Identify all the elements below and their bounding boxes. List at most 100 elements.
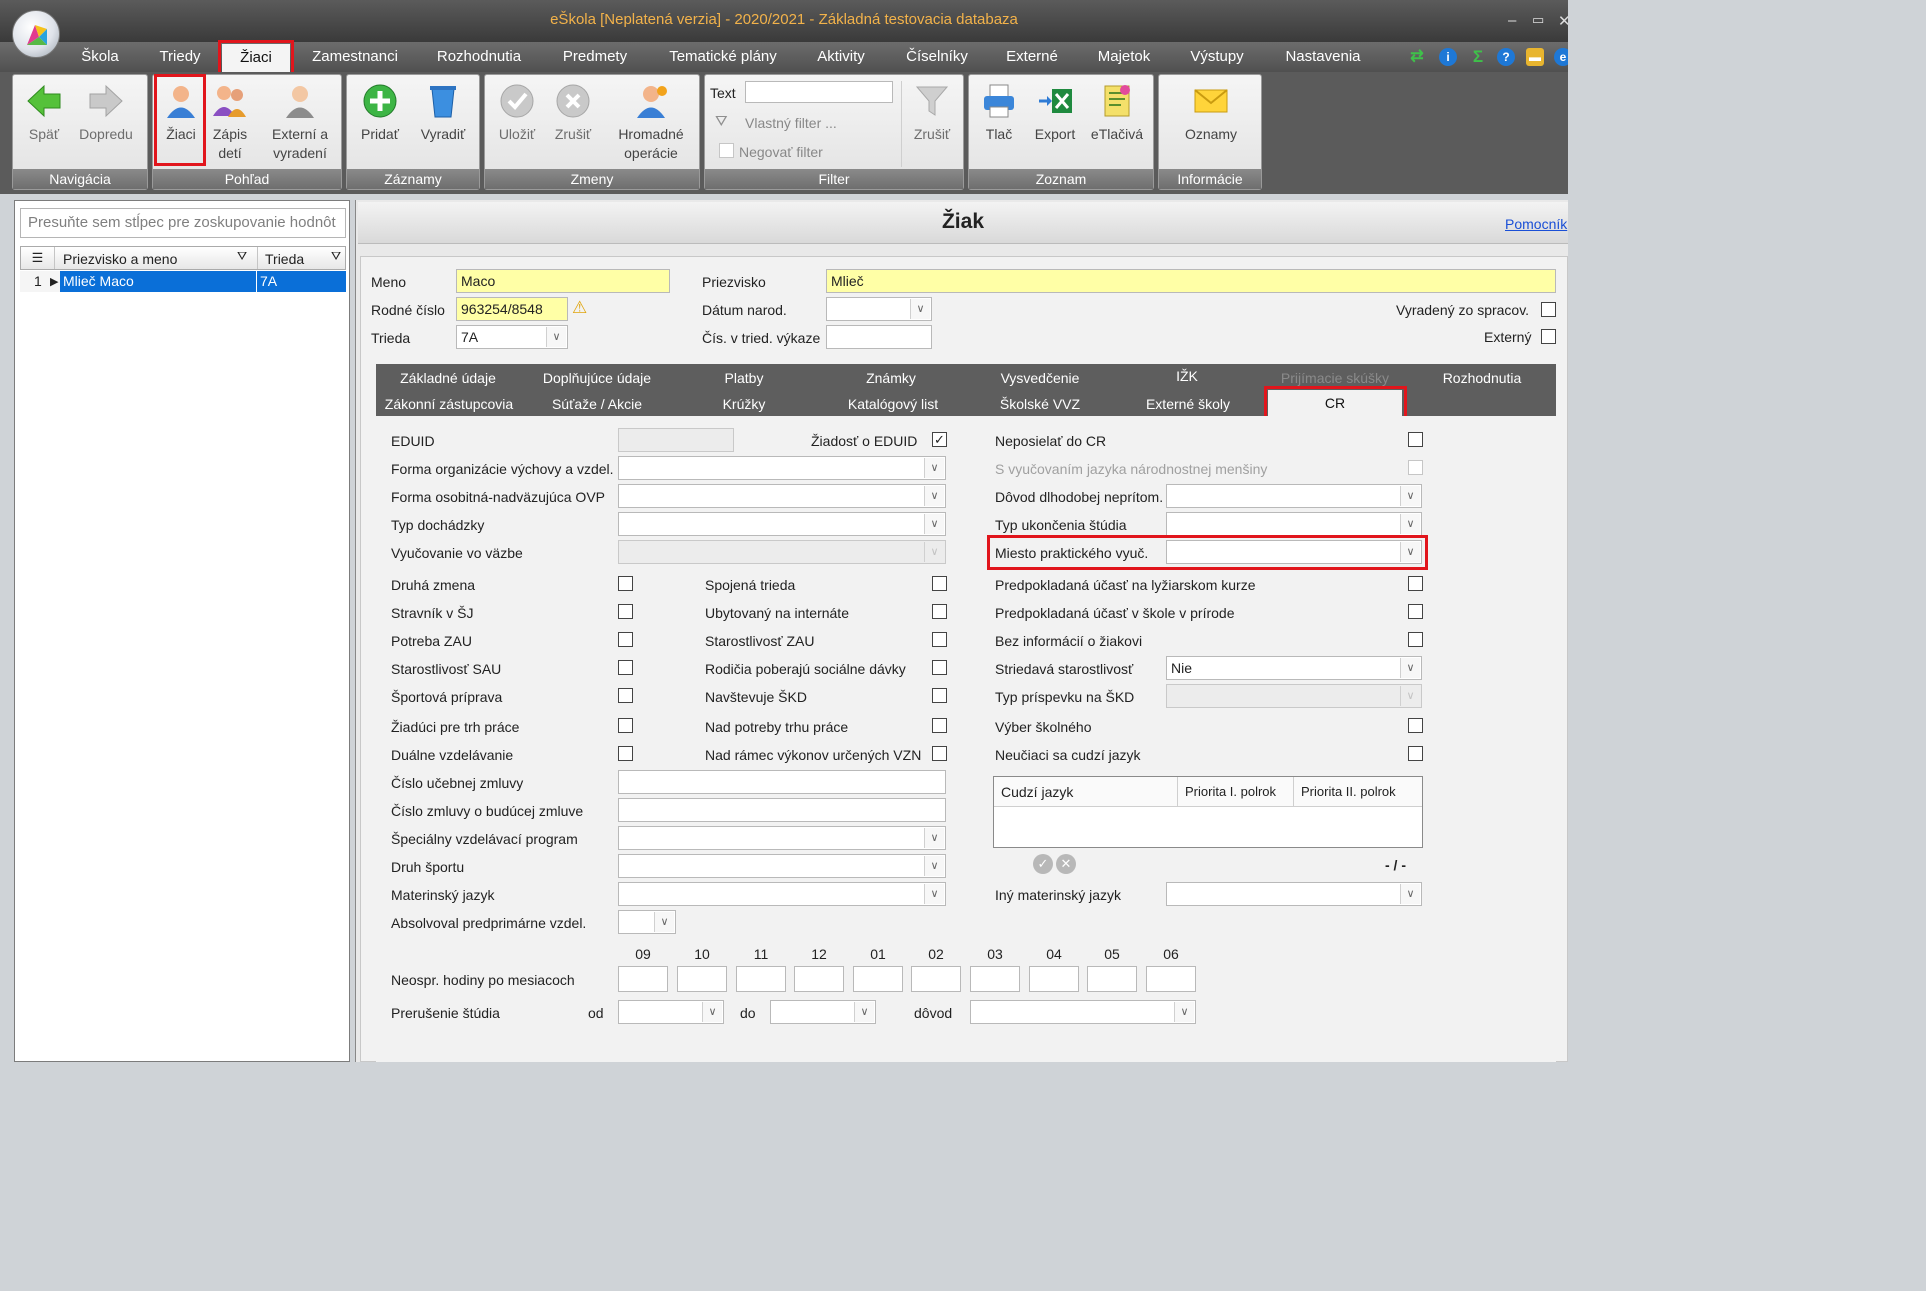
ski-course-checkbox[interactable]: [1408, 576, 1423, 591]
helper-link[interactable]: Pomocník: [1505, 216, 1567, 232]
birth-date-field[interactable]: ∨: [826, 297, 932, 321]
month-hours-field[interactable]: [677, 966, 727, 992]
other-mother-tongue-select[interactable]: ∨: [1166, 882, 1422, 906]
tuition-checkbox[interactable]: [1408, 718, 1423, 733]
tab-zamestnanci[interactable]: Zamestnanci: [300, 42, 410, 72]
custody-teaching-select[interactable]: ∨: [618, 540, 946, 564]
chevron-down-icon[interactable]: ∨: [1400, 514, 1420, 534]
minimize-icon[interactable]: –: [1508, 12, 1516, 29]
chevron-down-icon[interactable]: ∨: [1174, 1002, 1194, 1022]
table-row[interactable]: 1 ▶ Mlieč Maco 7A: [20, 271, 346, 292]
nature-school-checkbox[interactable]: [1408, 604, 1423, 619]
sport-prep-checkbox[interactable]: [618, 688, 633, 703]
month-hours-field[interactable]: [1087, 966, 1137, 992]
close-icon[interactable]: ✕: [1558, 12, 1568, 30]
cancel-changes-button[interactable]: Zrušiť: [547, 83, 599, 144]
chevron-down-icon[interactable]: ∨: [702, 1002, 722, 1022]
month-hours-field[interactable]: [736, 966, 786, 992]
absence-reason-select[interactable]: ∨: [1166, 484, 1422, 508]
back-button[interactable]: Späť: [19, 83, 69, 144]
class-select[interactable]: 7A ∨: [456, 325, 568, 349]
future-contract-field[interactable]: [618, 798, 946, 822]
chevron-down-icon[interactable]: ∨: [924, 486, 944, 506]
tab-cr[interactable]: CR: [1268, 390, 1402, 416]
chevron-down-icon[interactable]: ∨: [910, 299, 930, 319]
tab-aktivity[interactable]: Aktivity: [804, 42, 878, 72]
month-hours-field[interactable]: [911, 966, 961, 992]
preprimary-select[interactable]: ∨: [618, 910, 676, 934]
special-form-select[interactable]: ∨: [618, 484, 946, 508]
tab-rozhodnutia[interactable]: Rozhodnutia: [1426, 366, 1538, 390]
month-hours-field[interactable]: [853, 966, 903, 992]
canteen-checkbox[interactable]: [618, 604, 633, 619]
interruption-from-field[interactable]: ∨: [618, 1000, 724, 1024]
chevron-down-icon[interactable]: ∨: [924, 884, 944, 904]
chevron-down-icon[interactable]: ∨: [1400, 658, 1420, 678]
tab-sutaze-akcie[interactable]: Súťaže / Akcie: [536, 392, 658, 416]
zau-need-checkbox[interactable]: [618, 632, 633, 647]
chevron-down-icon[interactable]: ∨: [924, 856, 944, 876]
tab-doplnujuce-udaje[interactable]: Doplňujúce údaje: [526, 366, 668, 390]
chevron-down-icon[interactable]: ∨: [924, 828, 944, 848]
no-foreign-language-checkbox[interactable]: [1408, 746, 1423, 761]
labor-market-checkbox[interactable]: [618, 718, 633, 733]
tab-rozhodnutia[interactable]: Rozhodnutia: [424, 42, 534, 72]
column-name-header[interactable]: Priezvisko a meno: [63, 251, 177, 267]
interruption-to-field[interactable]: ∨: [770, 1000, 876, 1024]
sau-care-checkbox[interactable]: [618, 660, 633, 675]
second-shift-checkbox[interactable]: [618, 576, 633, 591]
tab-zakladne-udaje[interactable]: Základné údaje: [384, 366, 512, 390]
foreign-language-table[interactable]: Cudzí jazyk Priorita I. polrok Priorita …: [993, 776, 1423, 848]
chevron-down-icon[interactable]: ∨: [854, 1002, 874, 1022]
attendance-type-select[interactable]: ∨: [618, 512, 946, 536]
sport-type-select[interactable]: ∨: [618, 854, 946, 878]
month-hours-field[interactable]: [970, 966, 1020, 992]
column-class-header[interactable]: Trieda: [265, 251, 304, 267]
save-button[interactable]: Uložiť: [489, 83, 545, 144]
skd-contribution-select[interactable]: ∨: [1166, 684, 1422, 708]
tab-triedy[interactable]: Triedy: [148, 42, 212, 72]
export-button[interactable]: Export: [1025, 83, 1085, 144]
tab-vysvedcenie[interactable]: Vysvedčenie: [980, 366, 1100, 390]
tab-prijimacie-skusky[interactable]: Prijímacie skúšky: [1264, 366, 1406, 390]
chevron-down-icon[interactable]: ∨: [654, 912, 674, 932]
cake-icon[interactable]: ▬: [1526, 48, 1544, 66]
app-logo-icon[interactable]: [12, 10, 60, 58]
external-button[interactable]: Externí a vyradení: [261, 83, 339, 163]
tab-vystupy[interactable]: Výstupy: [1178, 42, 1256, 72]
social-benefits-checkbox[interactable]: [932, 660, 947, 675]
tab-znamky[interactable]: Známky: [834, 366, 948, 390]
tab-majetok[interactable]: Majetok: [1086, 42, 1162, 72]
excluded-checkbox[interactable]: [1541, 302, 1556, 317]
print-button[interactable]: Tlač: [973, 83, 1025, 144]
tab-platby[interactable]: Platby: [692, 366, 796, 390]
tab-predmety[interactable]: Predmety: [548, 42, 642, 72]
tab-katalogovy-list[interactable]: Katalógový list: [832, 392, 954, 416]
eduid-request-checkbox[interactable]: ✓: [932, 432, 947, 447]
cancel-icon[interactable]: ✕: [1056, 854, 1076, 874]
remove-button[interactable]: Vyradiť: [413, 83, 473, 144]
skd-checkbox[interactable]: [932, 688, 947, 703]
tab-skolske-vvz[interactable]: Školské VVZ: [980, 392, 1100, 416]
chevron-down-icon[interactable]: ∨: [924, 514, 944, 534]
practical-training-select[interactable]: ∨: [1166, 540, 1422, 564]
confirm-icon[interactable]: ✓: [1033, 854, 1053, 874]
chevron-down-icon[interactable]: ∨: [1400, 686, 1420, 706]
month-hours-field[interactable]: [618, 966, 668, 992]
filter-text-input[interactable]: [745, 81, 893, 103]
group-by-bar[interactable]: Presuňte sem stĺpec pre zoskupovanie hod…: [20, 208, 346, 238]
column-chooser-icon[interactable]: ☰: [21, 247, 55, 269]
tab-ciselniky[interactable]: Číselníky: [894, 42, 980, 72]
tab-skola[interactable]: Škola: [70, 42, 130, 72]
tab-externe-skoly[interactable]: Externé školy: [1132, 392, 1244, 416]
interruption-reason-select[interactable]: ∨: [970, 1000, 1196, 1024]
no-send-cr-checkbox[interactable]: [1408, 432, 1423, 447]
refresh-icon[interactable]: ⇄: [1408, 48, 1426, 66]
month-hours-field[interactable]: [1146, 966, 1196, 992]
notices-button[interactable]: Oznamy: [1165, 83, 1257, 144]
dormitory-checkbox[interactable]: [932, 604, 947, 619]
tab-zakonni-zastupcovia[interactable]: Zákonní zástupcovia: [376, 392, 522, 416]
birth-number-field[interactable]: 963254/8548: [456, 297, 568, 321]
eduid-field[interactable]: [618, 428, 734, 452]
tab-ziaci[interactable]: Žiaci: [222, 44, 290, 74]
